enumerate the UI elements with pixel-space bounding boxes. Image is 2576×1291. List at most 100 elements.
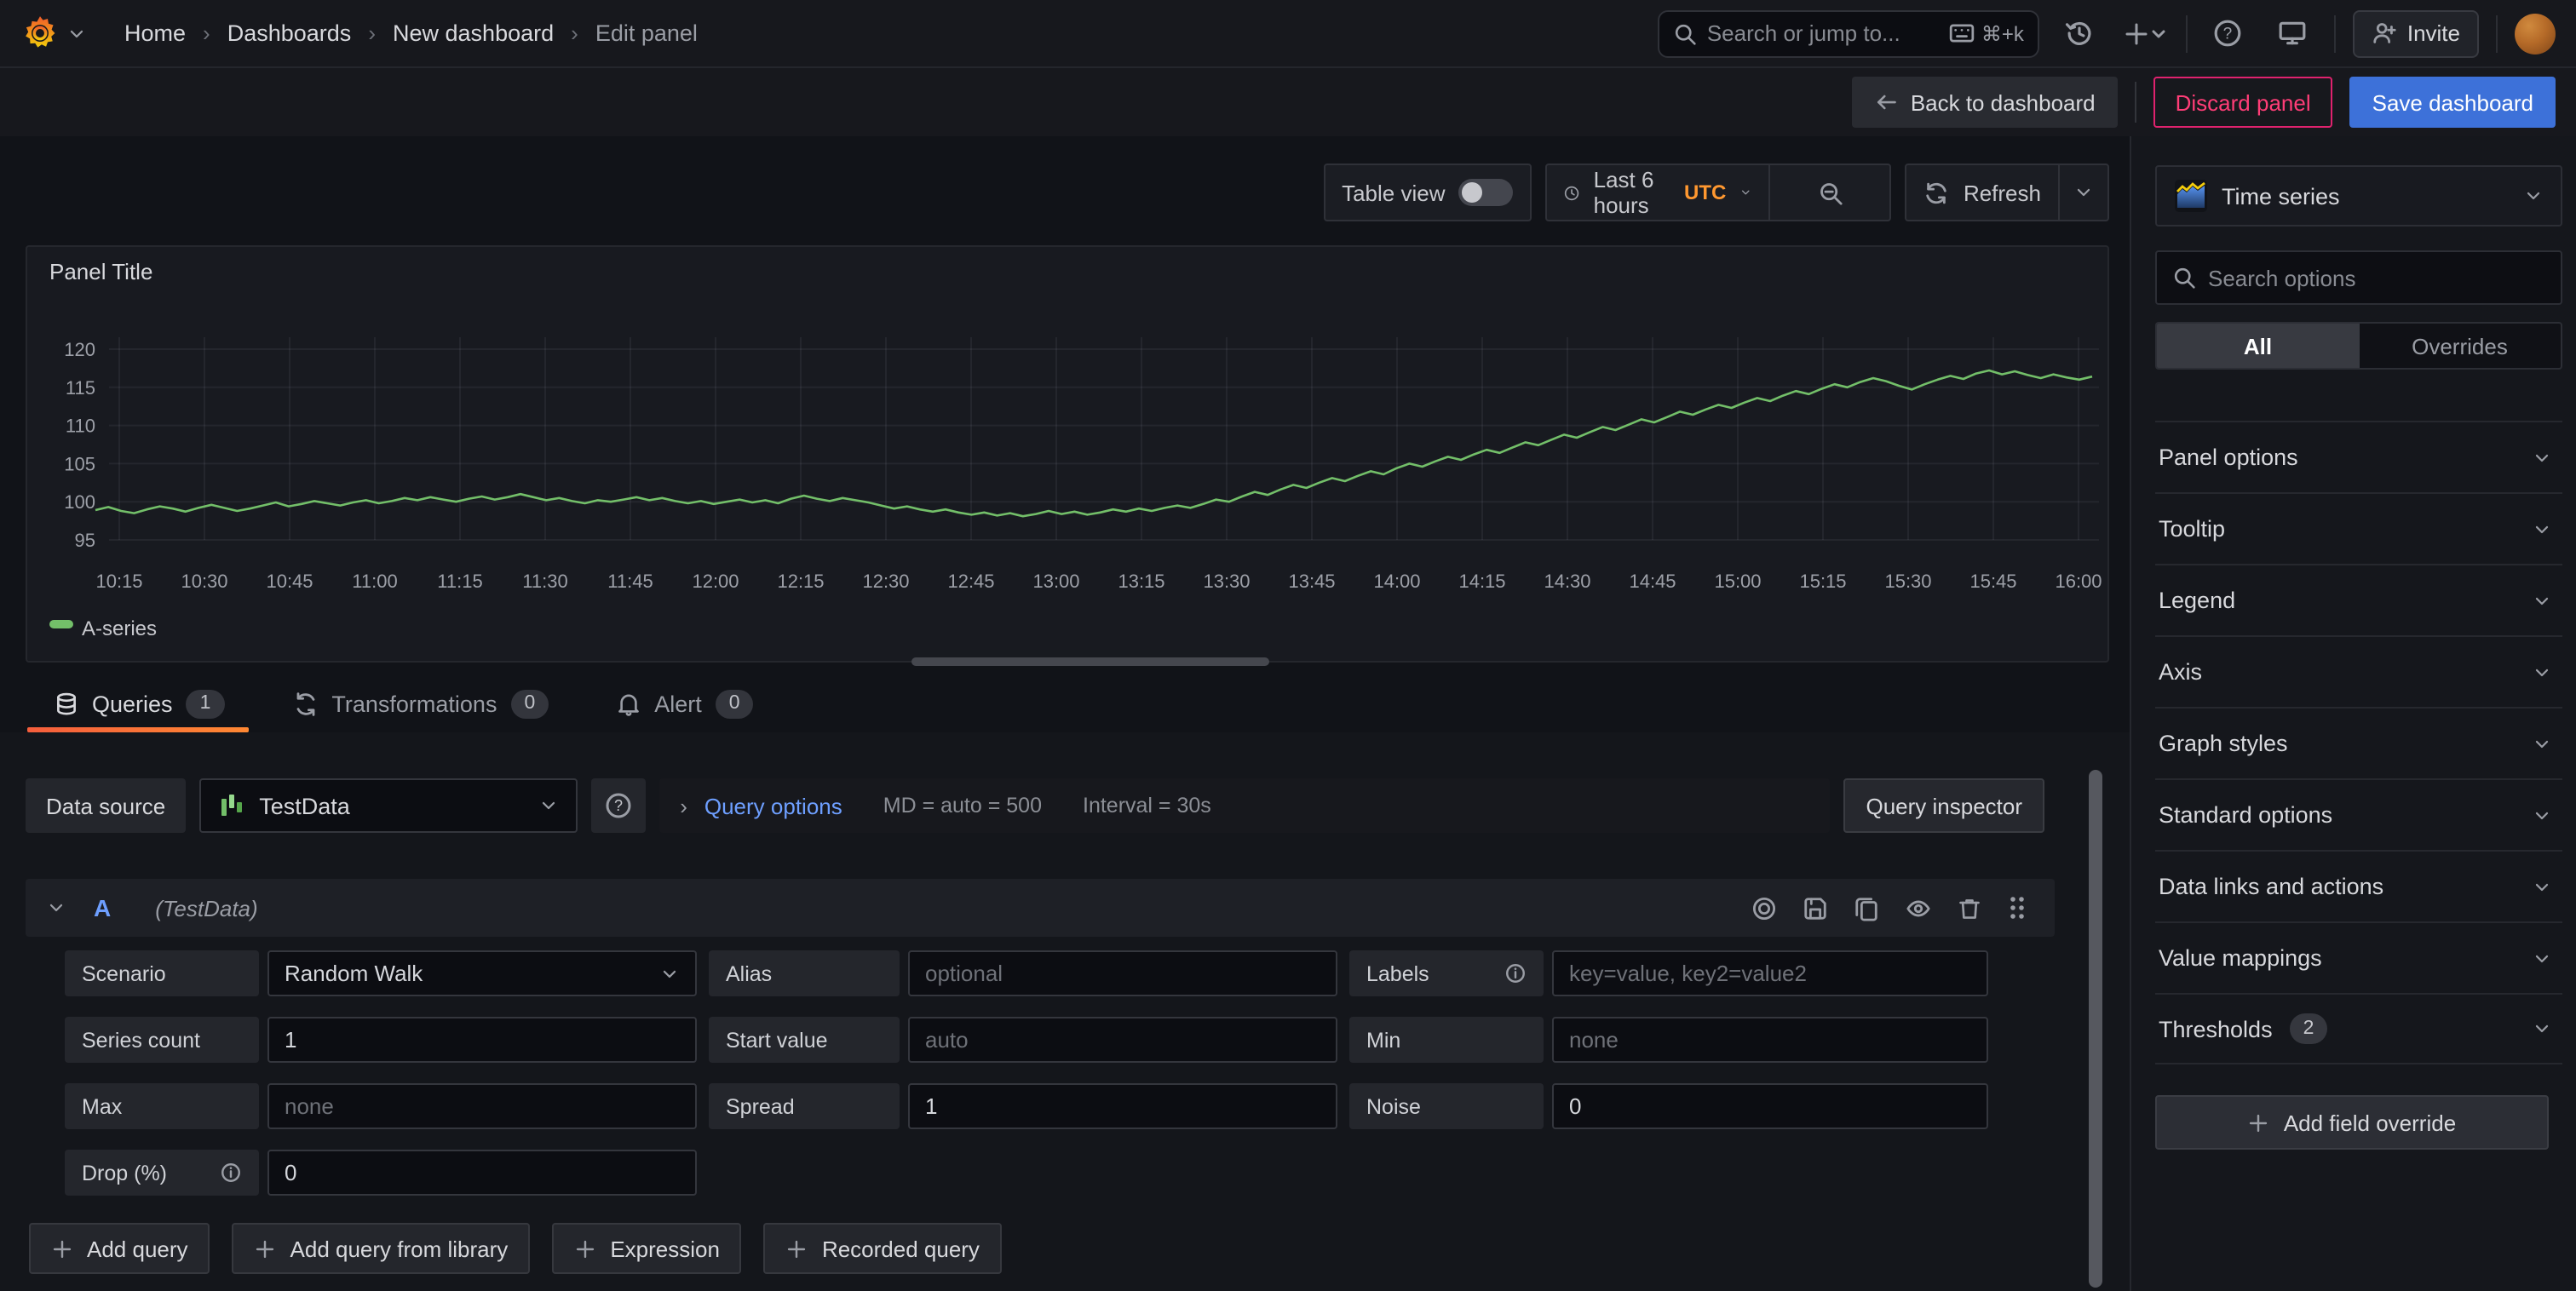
breadcrumb-separator: › — [203, 20, 210, 46]
history-button[interactable] — [2056, 9, 2104, 57]
zoom-out-time-button[interactable] — [1769, 165, 1890, 220]
query-options-toggle[interactable]: › Query options MD = auto = 500 Interval… — [659, 778, 1830, 833]
datasource-help-button[interactable]: ? — [591, 778, 646, 833]
collapse-chevron-icon[interactable] — [46, 898, 66, 918]
query-form-row: Drop (%)0 — [65, 1150, 2044, 1196]
alias-input[interactable]: optional — [908, 950, 1337, 996]
visualization-picker[interactable]: Time series — [2155, 165, 2562, 227]
options-section-panel-options[interactable]: Panel options — [2155, 421, 2562, 492]
options-section-data-links-and-actions[interactable]: Data links and actions — [2155, 850, 2562, 921]
record-icon — [1751, 895, 1777, 921]
table-view-toggle[interactable]: Table view — [1323, 164, 1532, 221]
time-series-panel[interactable]: Panel Title 10:1510:3010:4511:0011:1511:… — [26, 245, 2109, 663]
save-dashboard-button[interactable]: Save dashboard — [2350, 77, 2556, 128]
options-section-value-mappings[interactable]: Value mappings — [2155, 921, 2562, 993]
options-section-thresholds[interactable]: Thresholds2 — [2155, 993, 2562, 1064]
tab-transformations[interactable]: Transformations 0 — [292, 674, 549, 732]
section-label: Data links and actions — [2159, 874, 2383, 899]
section-label: Graph styles — [2159, 731, 2288, 756]
database-icon — [55, 691, 78, 716]
main-column: Table view Last 6 hours UTC — [0, 136, 2130, 1291]
x-axis-tick: 10:15 — [95, 571, 142, 592]
drag-query-handle[interactable] — [2007, 894, 2027, 921]
labels-input[interactable]: key=value, key2=value2 — [1552, 950, 1988, 996]
editor-tabs: Queries 1 Transformations 0 Alert 0 — [0, 674, 2130, 732]
options-tab-overrides[interactable]: Overrides — [2359, 324, 2561, 368]
scenario-select[interactable]: Random Walk — [267, 950, 697, 996]
time-range-picker[interactable]: Last 6 hours UTC — [1548, 165, 1769, 220]
discard-panel-button[interactable]: Discard panel — [2153, 77, 2333, 128]
expression-button[interactable]: Expression — [552, 1223, 742, 1274]
search-input[interactable]: Search or jump to... ⌘+k — [1658, 9, 2039, 57]
transform-icon — [292, 691, 318, 716]
legend-label[interactable]: A-series — [82, 617, 157, 640]
disable-query-button[interactable] — [1905, 895, 1932, 921]
options-filter-tabs: All Overrides — [2155, 322, 2562, 370]
plus-icon — [255, 1237, 277, 1259]
series-count-input[interactable]: 1 — [267, 1017, 697, 1063]
breadcrumb-item[interactable]: New dashboard — [393, 20, 554, 46]
tab-alert[interactable]: Alert 0 — [617, 674, 753, 732]
queries-count-badge: 1 — [187, 689, 225, 718]
field-label: Alias — [709, 950, 900, 996]
back-to-dashboard-button[interactable]: Back to dashboard — [1853, 77, 2118, 128]
noise-input[interactable]: 0 — [1552, 1083, 1988, 1129]
options-section-axis[interactable]: Axis — [2155, 635, 2562, 707]
delete-query-button[interactable] — [1958, 895, 1981, 921]
panel-options-sidebar: Time series Search options All Overrides… — [2130, 136, 2576, 1291]
breadcrumb-item[interactable]: Dashboards — [227, 20, 352, 46]
x-axis-tick: 12:15 — [777, 571, 824, 592]
options-section-graph-styles[interactable]: Graph styles — [2155, 707, 2562, 778]
drop--input[interactable]: 0 — [267, 1150, 697, 1196]
x-axis-tick: 11:30 — [522, 571, 567, 592]
recorded-query-button[interactable]: Recorded query — [764, 1223, 1002, 1274]
spread-input[interactable]: 1 — [908, 1083, 1337, 1129]
min-input[interactable]: none — [1552, 1017, 1988, 1063]
query-row-header[interactable]: A (TestData) — [26, 879, 2055, 937]
breadcrumb-separator: › — [571, 20, 578, 46]
save-query-button[interactable] — [1803, 895, 1828, 921]
query-inspector-button[interactable]: Query inspector — [1843, 778, 2044, 833]
options-search-input[interactable]: Search options — [2155, 250, 2562, 305]
options-section-legend[interactable]: Legend — [2155, 564, 2562, 635]
x-axis-tick: 14:15 — [1458, 571, 1505, 592]
refresh-interval-dropdown[interactable] — [2058, 165, 2107, 220]
start-value-input[interactable]: auto — [908, 1017, 1337, 1063]
add-query-from-library-button[interactable]: Add query from library — [233, 1223, 531, 1274]
datasource-picker[interactable]: TestData — [199, 778, 578, 833]
options-section-standard-options[interactable]: Standard options — [2155, 778, 2562, 850]
pane-resize-handle[interactable] — [911, 657, 1269, 666]
add-query-button[interactable]: Add query — [29, 1223, 210, 1274]
arrow-left-icon — [1875, 90, 1899, 114]
query-options-label: Query options — [704, 793, 842, 818]
breadcrumb-item: Edit panel — [595, 20, 698, 46]
toggle-switch[interactable] — [1459, 179, 1514, 206]
org-switcher[interactable] — [20, 14, 87, 53]
plus-icon — [574, 1237, 596, 1259]
add-field-override-button[interactable]: Add field override — [2155, 1095, 2549, 1150]
record-query-button[interactable] — [1751, 895, 1777, 921]
chevron-down-icon — [2532, 590, 2552, 611]
x-axis-tick: 16:00 — [2055, 571, 2102, 592]
help-button[interactable]: ? — [2205, 9, 2252, 57]
refresh-button[interactable]: Refresh — [1907, 165, 2058, 220]
user-avatar[interactable] — [2515, 13, 2556, 54]
new-menu-button[interactable] — [2121, 9, 2169, 57]
options-section-tooltip[interactable]: Tooltip — [2155, 492, 2562, 564]
vertical-scrollbar[interactable] — [2089, 770, 2102, 1288]
chevron-down-icon — [2532, 447, 2552, 468]
duplicate-query-button[interactable] — [1854, 895, 1879, 921]
field-label: Min — [1349, 1017, 1544, 1063]
options-search-placeholder: Search options — [2208, 265, 2355, 290]
news-button[interactable] — [2269, 9, 2317, 57]
refresh-group: Refresh — [1906, 164, 2109, 221]
chevron-down-icon — [2532, 662, 2552, 682]
refresh-icon — [1924, 180, 1950, 205]
tab-queries[interactable]: Queries 1 — [55, 674, 224, 732]
max-input[interactable]: none — [267, 1083, 697, 1129]
svg-text:?: ? — [2224, 25, 2234, 43]
chevron-down-icon — [2532, 948, 2552, 968]
breadcrumb-item[interactable]: Home — [124, 20, 186, 46]
options-tab-all[interactable]: All — [2157, 324, 2359, 368]
invite-button[interactable]: Invite — [2353, 9, 2479, 57]
